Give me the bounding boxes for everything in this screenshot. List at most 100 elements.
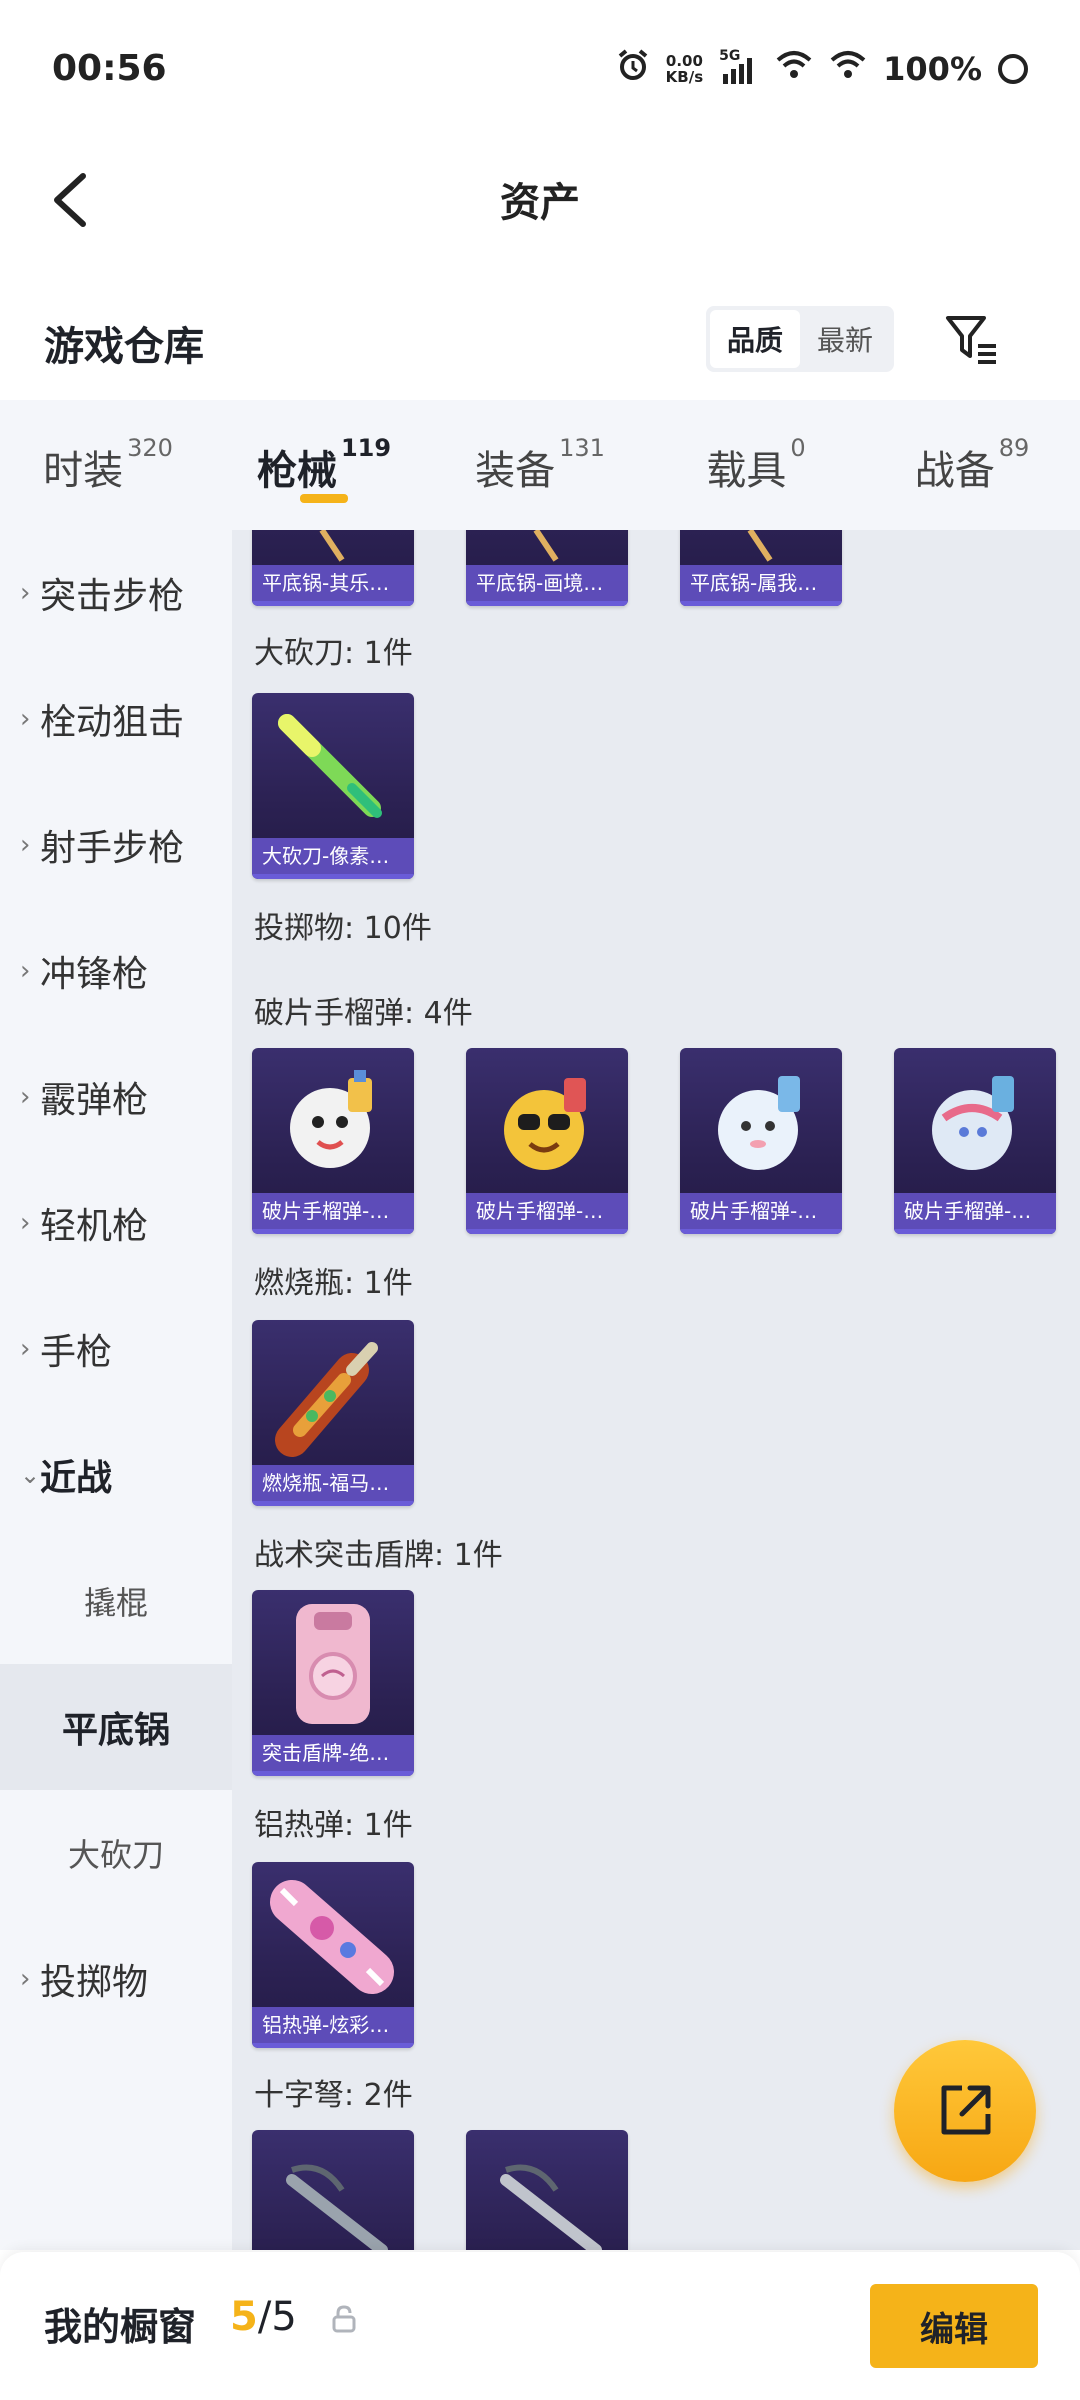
crossbow-art (286, 2164, 388, 2250)
chevron-right-icon: › (20, 578, 31, 608)
lock-icon (332, 2305, 356, 2333)
item-name: 破片手榴弹-… (466, 1193, 628, 1229)
group-label: 战术突击盾牌: 1件 (254, 1538, 503, 1573)
tab-label: 载具 (706, 448, 787, 494)
tab-count: 320 (127, 434, 173, 462)
group-label: 破片手榴弹: 4件 (254, 996, 473, 1031)
category-tabs: 时装 320 枪械 119 装备 131 载具 0 战备 89 (0, 400, 1080, 530)
showcase-title: 我的橱窗 (44, 2305, 197, 2349)
machete-art (278, 714, 382, 818)
item-card[interactable] (466, 2130, 628, 2250)
wifi-icon-2 (829, 50, 867, 88)
sidebar-item-label: 射手步枪 (40, 828, 185, 869)
status-time: 00:56 (52, 48, 167, 89)
shield-art (296, 1604, 370, 1724)
item-card[interactable]: 燃烧瓶-福马… (252, 1320, 414, 1506)
item-name: 铝热弹-炫彩… (252, 2007, 414, 2043)
pan-art (533, 530, 559, 562)
share-icon (941, 2085, 991, 2135)
thermite-art (270, 1880, 394, 1994)
sidebar-item-label: 手枪 (40, 1332, 113, 1373)
sidebar-item-throwables[interactable]: › 投掷物 (0, 1916, 232, 2042)
item-card[interactable]: 破片手榴弹-… (680, 1048, 842, 1234)
molotov-art (275, 1342, 378, 1457)
alarm-icon (616, 48, 650, 90)
status-icons: 0.00 KB/s 5G 100% (616, 48, 1028, 90)
active-tab-indicator (300, 494, 348, 503)
share-button[interactable] (894, 2040, 1036, 2182)
group-label: 大砍刀: 1件 (254, 636, 413, 671)
sidebar-item-lmg[interactable]: › 轻机枪 (0, 1160, 232, 1286)
group-label: 燃烧瓶: 1件 (254, 1266, 413, 1301)
tab-equipment[interactable]: 装备 131 (432, 400, 648, 530)
sidebar-item-label: 霰弹枪 (40, 1080, 149, 1121)
edit-button[interactable]: 编辑 (870, 2284, 1038, 2368)
group-label: 投掷物: 10件 (254, 911, 432, 946)
item-name: 破片手榴弹-… (252, 1193, 414, 1229)
item-card[interactable]: 突击盾牌-绝… (252, 1590, 414, 1776)
chevron-right-icon: › (20, 704, 31, 734)
grenade-art (290, 1070, 372, 1168)
item-card[interactable]: 平底锅-画境… (466, 530, 628, 606)
sidebar-subitem-pan[interactable]: 平底锅 (0, 1664, 232, 1790)
sidebar-item-bolt-sniper[interactable]: › 栓动狙击 (0, 656, 232, 782)
tab-fashion[interactable]: 时装 320 (0, 400, 216, 530)
tab-label: 装备 (475, 448, 556, 494)
sidebar-item-melee[interactable]: ⌄ 近战 (0, 1412, 232, 1538)
tab-vehicles[interactable]: 载具 0 (648, 400, 864, 530)
showcase-total: /5 (257, 2294, 297, 2340)
sidebar-item-label: 投掷物 (40, 1962, 149, 2003)
net-speed-unit: KB/s (665, 68, 704, 86)
item-card[interactable]: 大砍刀-像素… (252, 693, 414, 879)
sidebar-item-marksman-rifle[interactable]: › 射手步枪 (0, 782, 232, 908)
sidebar-item-pistol[interactable]: › 手枪 (0, 1286, 232, 1412)
item-name: 突击盾牌-绝… (252, 1735, 414, 1771)
sidebar-subitem-machete[interactable]: 大砍刀 (0, 1790, 232, 1916)
chevron-down-icon: ⌄ (20, 1461, 41, 1489)
item-name: 燃烧瓶-福马… (252, 1465, 414, 1501)
sidebar-item-assault-rifle[interactable]: › 突击步枪 (0, 530, 232, 656)
filter-icon (946, 316, 996, 364)
battery-icon (998, 54, 1028, 84)
tab-count: 89 (998, 434, 1030, 462)
item-name: 平底锅-属我… (680, 565, 842, 601)
tab-supplies[interactable]: 战备 89 (864, 400, 1080, 530)
warehouse-row: 游戏仓库 品质 最新 (0, 280, 1080, 400)
group-label: 铝热弹: 1件 (254, 1808, 413, 1843)
chevron-right-icon: › (20, 1208, 31, 1238)
item-name: 平底锅-画境… (466, 565, 628, 601)
sort-quality-button[interactable]: 品质 (710, 310, 800, 368)
item-card[interactable]: 平底锅-属我… (680, 530, 842, 606)
chevron-right-icon: › (20, 830, 31, 860)
sort-newest-button[interactable]: 最新 (800, 310, 890, 368)
status-bar: 00:56 0.00 KB/s 5G 100% (0, 0, 1080, 140)
item-name: 破片手榴弹-… (894, 1193, 1056, 1229)
sidebar-item-shotgun[interactable]: › 霰弹枪 (0, 1034, 232, 1160)
item-card[interactable]: 破片手榴弹-… (252, 1048, 414, 1234)
grenade-art (932, 1076, 1014, 1170)
filter-button[interactable] (940, 308, 1004, 372)
showcase-count: 5/5 (230, 2294, 297, 2340)
item-card[interactable] (252, 2130, 414, 2250)
sidebar-subitem-crowbar[interactable]: 撬棍 (0, 1538, 232, 1664)
tab-count: 119 (340, 434, 392, 462)
item-card[interactable]: 铝热弹-炫彩… (252, 1862, 414, 2048)
battery-percent: 100% (883, 50, 982, 88)
item-name: 平底锅-其乐… (252, 565, 414, 601)
item-card[interactable]: 破片手榴弹-… (894, 1048, 1056, 1234)
tab-count: 131 (559, 434, 605, 462)
chevron-right-icon: › (20, 956, 31, 986)
group-label: 十字弩: 2件 (254, 2078, 413, 2113)
sidebar-item-label: 突击步枪 (40, 576, 185, 617)
sidebar-item-smg[interactable]: › 冲锋枪 (0, 908, 232, 1034)
tab-guns[interactable]: 枪械 119 (216, 400, 432, 530)
chevron-right-icon: › (20, 1334, 31, 1364)
item-card[interactable]: 破片手榴弹-… (466, 1048, 628, 1234)
warehouse-title: 游戏仓库 (44, 324, 204, 370)
grenade-art (718, 1076, 800, 1170)
wifi-icon (775, 50, 813, 88)
showcase-bar: 我的橱窗 5/5 编辑 (0, 2252, 1080, 2400)
tab-label: 时装 (43, 448, 124, 494)
sidebar-item-label: 栓动狙击 (40, 702, 185, 743)
item-card[interactable]: 平底锅-其乐… (252, 530, 414, 606)
